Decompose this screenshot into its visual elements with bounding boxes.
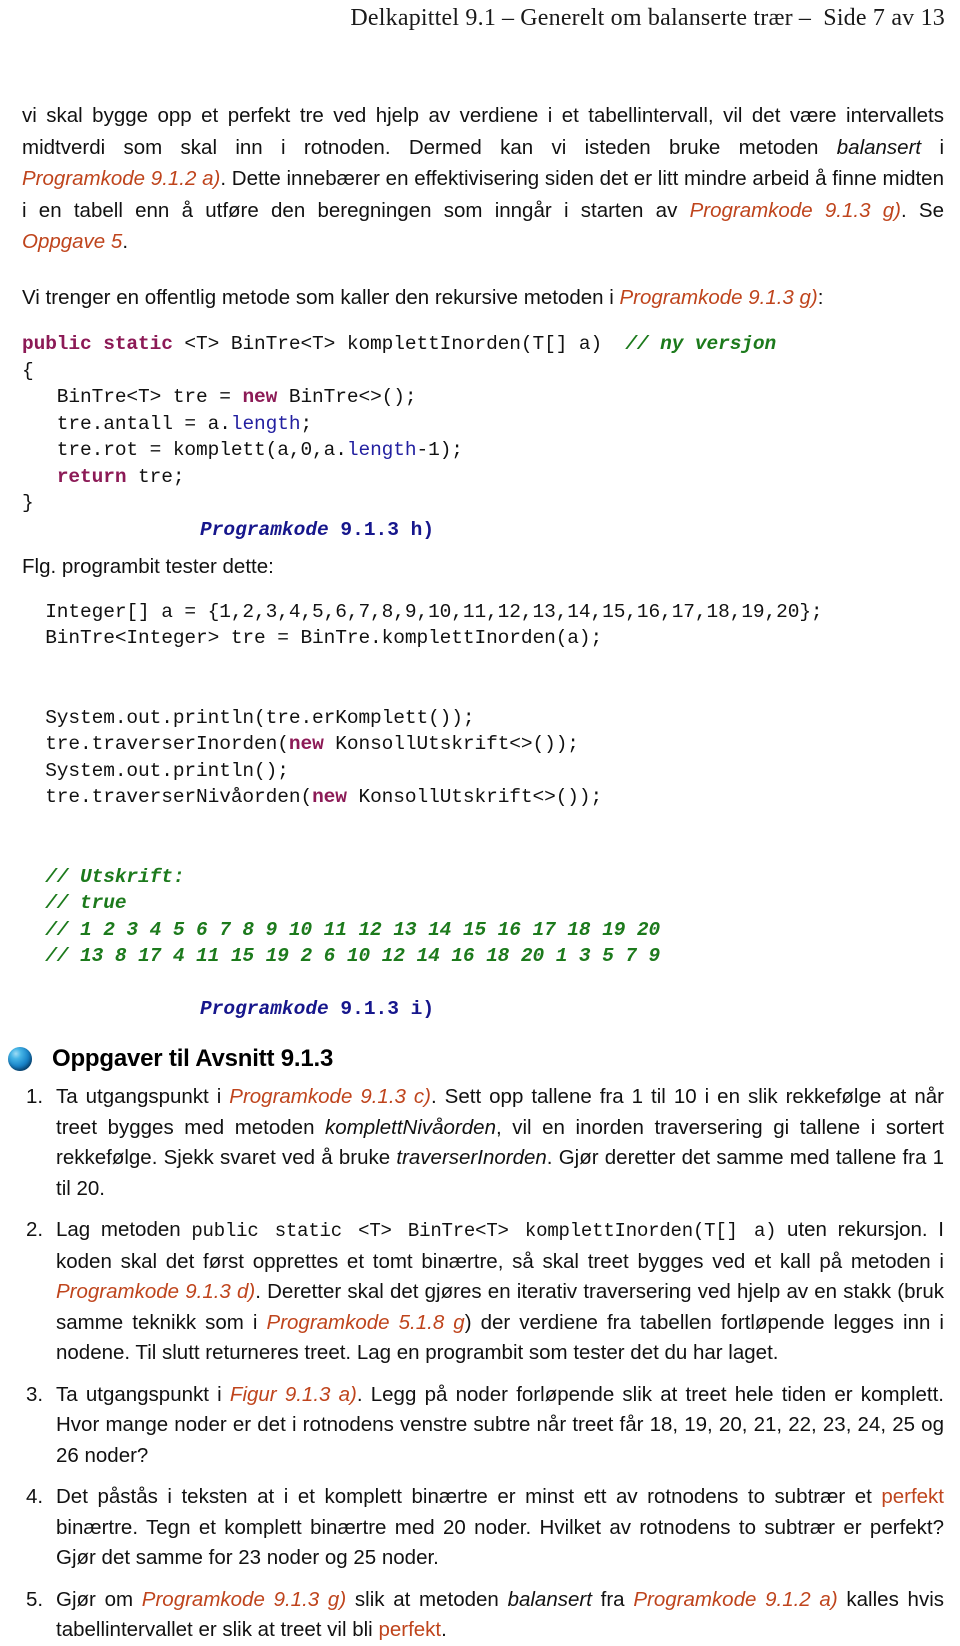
header-dash-1: – bbox=[502, 5, 515, 31]
paragraph-method-intro-seg2: : bbox=[817, 285, 824, 309]
caption-programkode-9-1-3-i: Programkode 9.1.3 i) bbox=[200, 996, 944, 1023]
caption-1-label: Programkode bbox=[200, 518, 329, 541]
cross-reference-figur-9-1-3-a: Figur 9.1.3 a) bbox=[229, 1382, 357, 1406]
code-text: -1); bbox=[416, 439, 463, 461]
header-chapter: Delkapittel 9.1 bbox=[350, 5, 497, 31]
code-text: tre.traverserInorden( bbox=[22, 733, 289, 755]
exercise-item-4: Det påstås i teksten at i et komplett bi… bbox=[22, 1482, 944, 1574]
cross-reference-programkode-9-1-3-d: Programkode 9.1.3 d) bbox=[56, 1280, 256, 1303]
ex1-a: Ta utgangspunkt i bbox=[56, 1085, 230, 1108]
ex2-a: Lag metoden bbox=[56, 1218, 192, 1241]
code-text: BinTre<T> tre = bbox=[22, 386, 243, 408]
cross-reference-programkode-9-1-2-a-2: Programkode 9.1.2 a) bbox=[633, 1587, 838, 1611]
code-comment: // 1 2 3 4 5 6 7 8 9 10 11 12 13 14 15 1… bbox=[22, 918, 661, 941]
cross-reference-oppgave-5: Oppgave 5 bbox=[22, 230, 123, 253]
code-block-komplettinorden: public static <T> BinTre<T> komplettInor… bbox=[22, 331, 944, 517]
code-comment: // Utskrift: bbox=[22, 865, 185, 888]
highlight-perfekt-1: perfekt bbox=[881, 1485, 944, 1508]
code-text: <T> BinTre<T> komplettInorden(T[] a) bbox=[172, 333, 626, 355]
header-dash-2: – bbox=[798, 5, 812, 31]
page-content: vi skal bygge opp et perfekt tre ved hje… bbox=[8, 100, 944, 1646]
code-text: tre.antall = a. bbox=[22, 412, 231, 435]
paragraph-intro-seg6: . bbox=[122, 230, 129, 253]
code-field: length bbox=[230, 412, 301, 435]
exercise-item-1: Ta utgangspunkt i Programkode 9.1.3 c). … bbox=[22, 1082, 944, 1204]
exercise-item-3: Ta utgangspunkt i Figur 9.1.3 a). Legg p… bbox=[22, 1380, 944, 1472]
code-comment: // ny versjon bbox=[625, 333, 777, 355]
exercise-item-5: Gjør om Programkode 9.1.3 g) slik at met… bbox=[22, 1585, 944, 1646]
header-title: Generelt om balanserte trær bbox=[520, 5, 793, 31]
code-text: System.out.println(); bbox=[22, 759, 289, 782]
paragraph-method-intro: Vi trenger en offentlig metode som kalle… bbox=[22, 282, 944, 314]
ex4-a: Det påstås i teksten at i et komplett bi… bbox=[56, 1485, 882, 1508]
paragraph-test-intro: Flg. programbit tester dette: bbox=[22, 555, 274, 578]
paragraph-intro-seg1: vi skal bygge opp et perfekt tre ved hje… bbox=[22, 104, 944, 159]
code-comment: // 13 8 17 4 11 15 19 2 6 10 12 14 16 18… bbox=[22, 945, 661, 967]
blue-sphere-bullet-icon bbox=[8, 1047, 32, 1071]
code-field: length bbox=[346, 439, 417, 461]
paragraph-intro-seg5: . Se bbox=[900, 198, 944, 222]
code-text: } bbox=[22, 492, 34, 514]
caption-1-number: 9.1.3 h) bbox=[328, 518, 435, 541]
code-text: tre.traverserNivåorden( bbox=[22, 786, 313, 808]
cross-reference-programkode-9-1-2-a: Programkode 9.1.2 a) bbox=[22, 167, 221, 190]
caption-2-number: 9.1.3 i) bbox=[328, 997, 435, 1020]
paragraph-intro-seg3: i bbox=[921, 135, 944, 159]
paragraph-method-intro-seg1: Vi trenger en offentlig metode som kalle… bbox=[22, 285, 620, 309]
ex5-e: . bbox=[441, 1618, 447, 1641]
method-name-komplettnivaaorden: komplettNivåorden bbox=[325, 1115, 496, 1139]
cross-reference-programkode-9-1-3-g-2: Programkode 9.1.3 g) bbox=[619, 285, 818, 309]
cross-reference-programkode-9-1-3-g-3: Programkode 9.1.3 g) bbox=[141, 1587, 347, 1611]
oppgaver-heading-text: Oppgaver til Avsnitt 9.1.3 bbox=[52, 1045, 334, 1072]
method-name-balansert-2: balansert bbox=[507, 1587, 592, 1611]
exercise-list: Ta utgangspunkt i Programkode 9.1.3 c). … bbox=[22, 1082, 944, 1646]
exercise-item-2: Lag metoden public static <T> BinTre<T> … bbox=[22, 1215, 944, 1369]
header-page-number: Side 7 av 13 bbox=[823, 5, 945, 31]
code-text: BinTre<Integer> tre = BinTre.komplettIno… bbox=[22, 627, 603, 649]
caption-2-label: Programkode bbox=[200, 997, 329, 1020]
ex5-b: slik at metoden bbox=[346, 1587, 508, 1611]
page-header: Delkapittel 9.1– Generelt om balanserte t… bbox=[0, 2, 945, 34]
highlight-perfekt-2: perfekt bbox=[378, 1618, 442, 1641]
code-text: tre; bbox=[126, 465, 185, 488]
method-name-balansert: balansert bbox=[836, 135, 922, 159]
paragraph-intro: vi skal bygge opp et perfekt tre ved hje… bbox=[22, 100, 944, 258]
code-comment: // true bbox=[22, 892, 127, 914]
cross-reference-programkode-5-1-8-g: Programkode 5.1.8 g bbox=[266, 1310, 465, 1334]
code-keyword: public static bbox=[22, 333, 173, 355]
document-page: Delkapittel 9.1– Generelt om balanserte t… bbox=[0, 0, 960, 1641]
code-keyword: new bbox=[242, 386, 278, 408]
cross-reference-programkode-9-1-3-g: Programkode 9.1.3 g) bbox=[689, 198, 901, 222]
method-name-traverserinorden: traverserInorden bbox=[396, 1146, 547, 1169]
caption-programkode-9-1-3-h: Programkode 9.1.3 h) bbox=[200, 517, 944, 544]
code-text: KonsollUtskrift<>()); bbox=[346, 786, 603, 808]
ex5-c: fra bbox=[591, 1587, 634, 1611]
inline-code-method-signature: public static <T> BinTre<T> komplettInor… bbox=[191, 1220, 777, 1242]
code-text: { bbox=[22, 359, 34, 382]
code-keyword: new bbox=[288, 733, 324, 755]
code-text: KonsollUtskrift<>()); bbox=[323, 733, 579, 755]
code-text: ; bbox=[300, 412, 313, 435]
code-text: tre.rot = komplett(a,0,a. bbox=[22, 439, 347, 461]
code-keyword: return bbox=[56, 465, 127, 488]
ex4-b: binærtre. Tegn et komplett binærtre med … bbox=[56, 1515, 944, 1570]
code-text: BinTre<>(); bbox=[277, 386, 417, 408]
ex5-a: Gjør om bbox=[56, 1587, 142, 1611]
code-text: System.out.println(tre.erKomplett()); bbox=[22, 706, 475, 729]
code-keyword: new bbox=[312, 786, 347, 808]
code-block-test-programbit: Integer[] a = {1,2,3,4,5,6,7,8,9,10,11,1… bbox=[22, 599, 944, 970]
oppgaver-heading: Oppgaver til Avsnitt 9.1.3 bbox=[8, 1044, 944, 1074]
cross-reference-programkode-9-1-3-c: Programkode 9.1.3 c) bbox=[229, 1085, 431, 1108]
code-text: Integer[] a = {1,2,3,4,5,6,7,8,9,10,11,1… bbox=[22, 600, 823, 623]
ex3-a: Ta utgangspunkt i bbox=[56, 1382, 230, 1406]
